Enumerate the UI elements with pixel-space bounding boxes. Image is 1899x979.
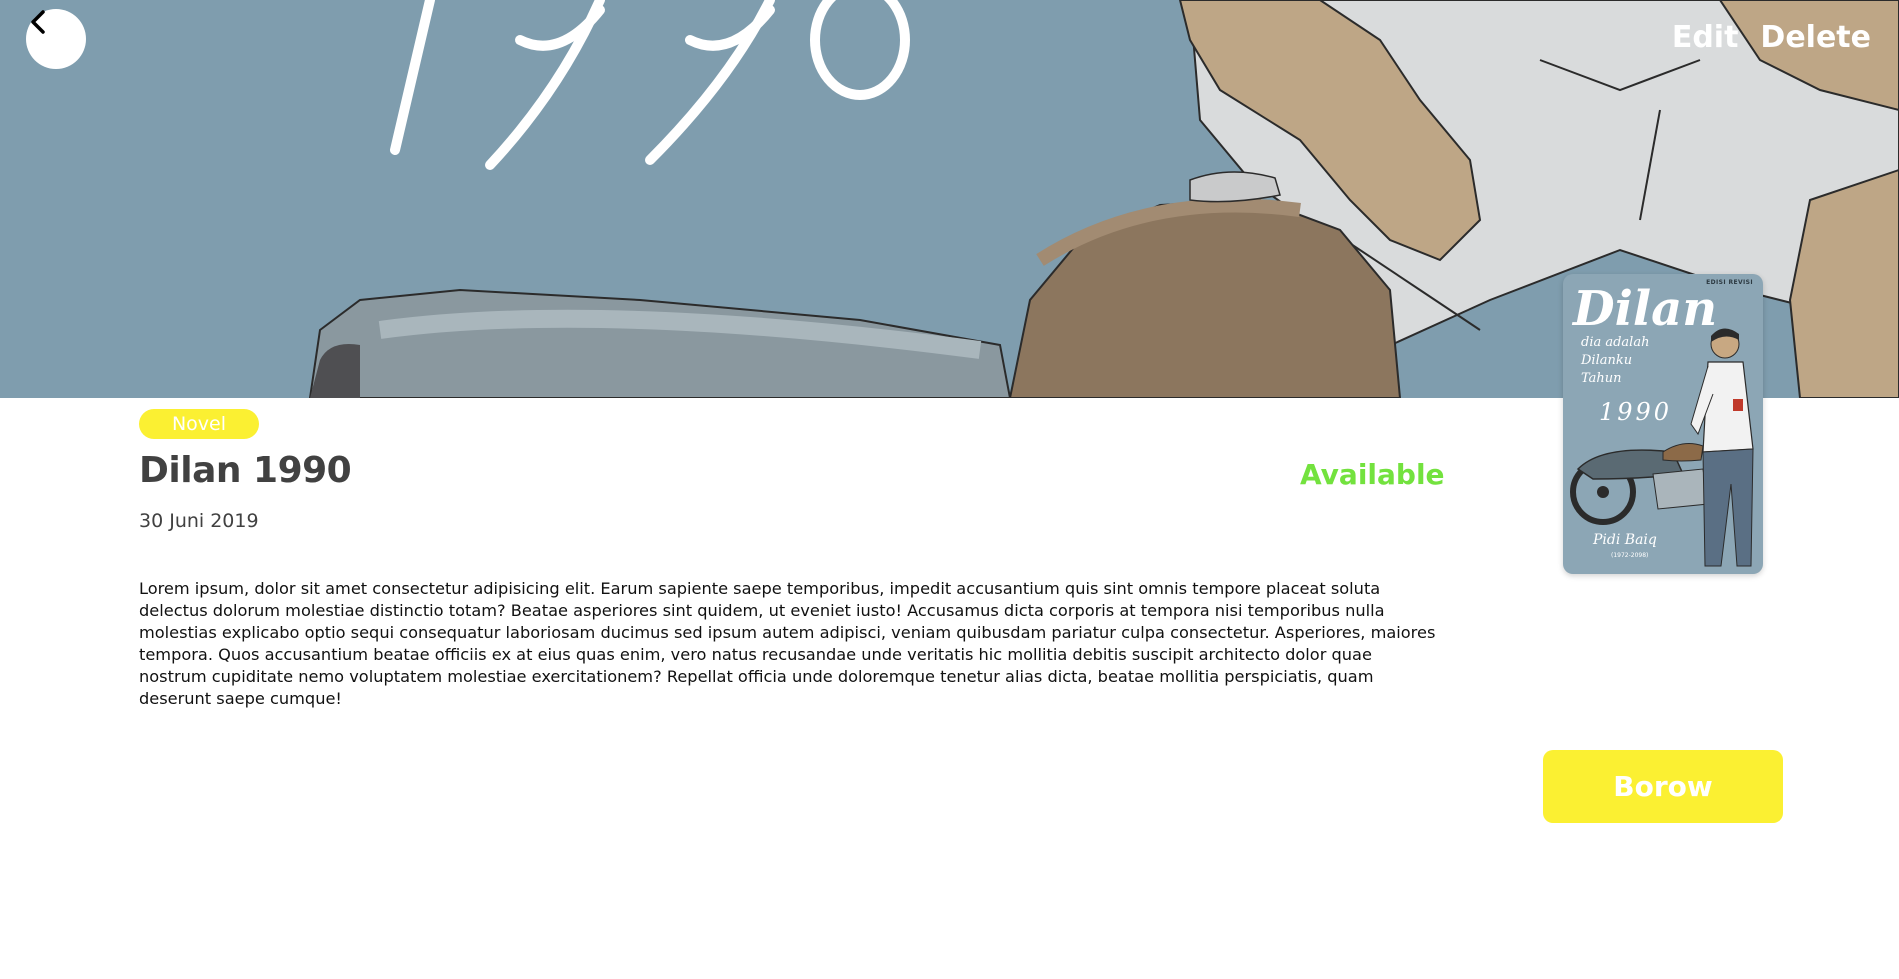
back-button[interactable] xyxy=(26,9,86,69)
cover-author: Pidi Baiq xyxy=(1593,532,1657,548)
category-badge: Novel xyxy=(139,409,259,439)
chevron-left-icon xyxy=(31,10,45,34)
book-date: 30 Juni 2019 xyxy=(139,510,259,532)
status-badge: Available xyxy=(1300,458,1445,491)
delete-button[interactable]: Delete xyxy=(1760,18,1871,58)
book-title: Dilan 1990 xyxy=(139,450,352,491)
book-detail-page: Edit Delete Novel Dilan 1990 30 Juni 201… xyxy=(0,0,1899,979)
borrow-button[interactable]: Borow xyxy=(1543,750,1783,823)
top-actions: Edit Delete xyxy=(1672,18,1871,58)
cover-year: 1990 xyxy=(1599,398,1673,426)
cover-title: Dilan xyxy=(1573,281,1718,337)
book-cover: EDISI REVISI Dilan dia adalah Dilanku Ta… xyxy=(1563,274,1763,574)
cover-author-years: (1972-2098) xyxy=(1611,552,1649,559)
cover-subtitle: dia adalah Dilanku Tahun xyxy=(1581,335,1650,386)
book-description: Lorem ipsum, dolor sit amet consectetur … xyxy=(139,579,1436,708)
edit-button[interactable]: Edit xyxy=(1672,18,1739,58)
